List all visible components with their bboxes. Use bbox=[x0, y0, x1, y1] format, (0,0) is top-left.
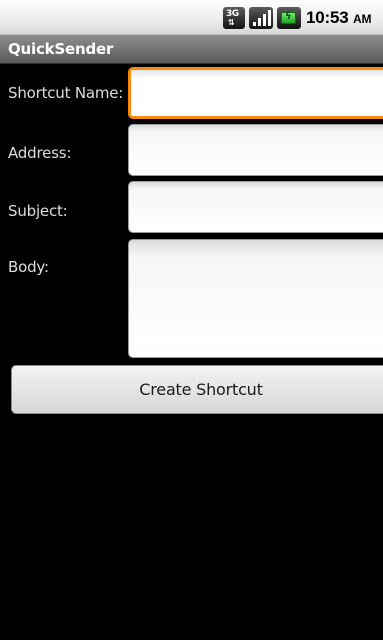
create-shortcut-label: Create Shortcut bbox=[139, 380, 263, 399]
device-screen: 3G ⇅ ϟ 10:53 AM QuickSender Shortcut Nam… bbox=[0, 0, 383, 640]
app-title: QuickSender bbox=[8, 40, 114, 58]
create-shortcut-button[interactable]: Create Shortcut bbox=[11, 365, 383, 414]
address-label: Address: bbox=[8, 144, 72, 162]
shortcut-name-label: Shortcut Name: bbox=[8, 84, 124, 102]
clock-time: 10:53 bbox=[306, 8, 349, 27]
shortcut-name-input[interactable] bbox=[128, 67, 383, 119]
3g-data-icon: 3G ⇅ bbox=[223, 7, 245, 29]
status-clock: 10:53 AM bbox=[306, 8, 371, 28]
clock-ampm: AM bbox=[353, 12, 372, 26]
app-title-bar: QuickSender bbox=[0, 35, 383, 64]
subject-input[interactable] bbox=[128, 181, 383, 233]
status-bar: 3G ⇅ ϟ 10:53 AM bbox=[0, 0, 383, 35]
form-container: Shortcut Name: Address: Subject: Body: C… bbox=[0, 64, 383, 640]
subject-label: Subject: bbox=[8, 202, 68, 220]
battery-charging-icon: ϟ bbox=[277, 7, 301, 29]
address-input[interactable] bbox=[128, 124, 383, 176]
body-label: Body: bbox=[8, 258, 49, 276]
signal-strength-icon bbox=[249, 7, 273, 29]
data-arrows-glyph: ⇅ bbox=[228, 18, 235, 27]
body-textarea[interactable] bbox=[128, 239, 383, 358]
